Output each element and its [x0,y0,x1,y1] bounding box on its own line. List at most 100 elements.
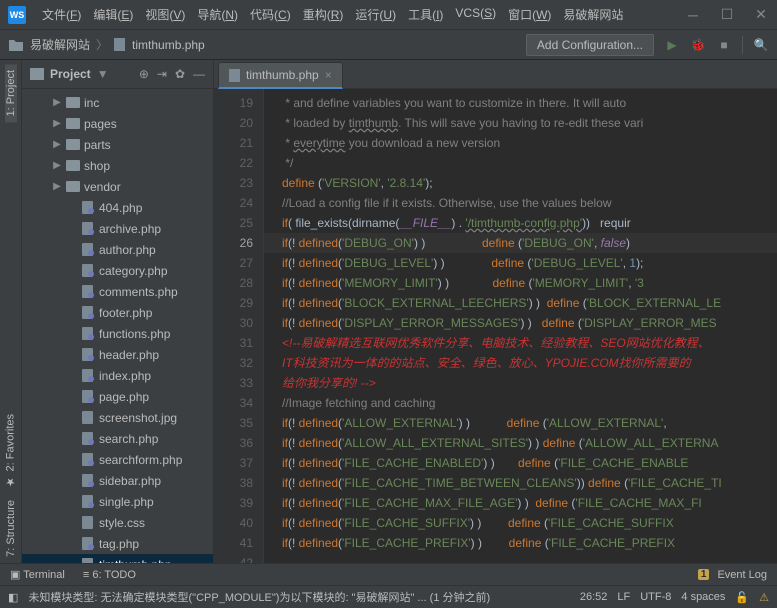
file-icon [229,69,240,82]
file-icon [82,474,93,487]
menu-视图(V)[interactable]: 视图(V) [139,6,191,23]
breadcrumb[interactable]: 易破解网站 〉 timthumb.php [30,36,205,53]
file-icon [82,516,93,529]
folder-icon [30,68,44,80]
hide-icon[interactable]: — [193,67,205,81]
folder-icon [66,118,80,129]
tree-item-tag.php[interactable]: tag.php [22,533,213,554]
project-tree[interactable]: ▶inc▶pages▶parts▶shop▶vendor404.phparchi… [22,89,213,563]
file-icon [82,222,93,235]
cursor-position[interactable]: 26:52 [580,591,608,603]
collapse-icon[interactable]: ⇥ [157,67,167,81]
tree-item-inc[interactable]: ▶inc [22,92,213,113]
menu-导航(N)[interactable]: 导航(N) [191,6,244,23]
file-icon [82,558,93,563]
file-icon [82,243,93,256]
terminal-button[interactable]: ▣ Terminal [10,568,65,581]
line-separator[interactable]: LF [617,591,630,603]
status-bar: ◧ 未知模块类型: 无法确定模块类型("CPP_MODULE")为以下模块的: … [0,585,777,608]
tree-item-index.php[interactable]: index.php [22,365,213,386]
tree-item-category.php[interactable]: category.php [22,260,213,281]
menu-VCS(S)[interactable]: VCS(S) [449,6,502,23]
line-gutter[interactable]: 1920212223242526272829303132333435363738… [214,89,264,563]
tree-item-vendor[interactable]: ▶vendor [22,176,213,197]
menu-窗口(W)[interactable]: 窗口(W) [502,6,557,23]
debug-icon[interactable]: 🐞 [690,37,706,53]
folder-icon [66,160,80,171]
file-icon [82,432,93,445]
indent-setting[interactable]: 4 spaces [681,591,725,603]
file-encoding[interactable]: UTF-8 [640,591,671,603]
menu-工具(I)[interactable]: 工具(I) [402,6,449,23]
event-log-button[interactable]: Event Log [717,569,767,581]
breadcrumb-file[interactable]: timthumb.php [132,38,205,52]
minimize-icon[interactable]: ─ [685,7,701,23]
todo-button[interactable]: ≡ 6: TODO [83,569,136,581]
status-icon[interactable]: ◧ [8,591,18,604]
tree-item-parts[interactable]: ▶parts [22,134,213,155]
tree-item-author.php[interactable]: author.php [22,239,213,260]
file-icon [82,369,93,382]
tree-item-search.php[interactable]: search.php [22,428,213,449]
folder-icon [66,139,80,150]
stop-icon[interactable]: ■ [716,37,732,53]
file-icon [82,285,93,298]
menu-代码(C)[interactable]: 代码(C) [244,6,297,23]
menu-易破解网站[interactable]: 易破解网站 [557,6,629,23]
tool-window-structure[interactable]: 7: Structure [5,494,17,563]
breadcrumb-root[interactable]: 易破解网站 [30,36,90,53]
tree-item-comments.php[interactable]: comments.php [22,281,213,302]
inspector-icon[interactable]: ⚠ [759,591,769,604]
file-icon [82,411,93,424]
code-content[interactable]: * and define variables you want to custo… [264,89,777,563]
file-icon [82,453,93,466]
tree-item-404.php[interactable]: 404.php [22,197,213,218]
menu-文件(F)[interactable]: 文件(F) [36,6,87,23]
tree-item-screenshot.jpg[interactable]: screenshot.jpg [22,407,213,428]
file-icon [82,327,93,340]
file-icon [82,390,93,403]
menu-bar: WS 文件(F)编辑(E)视图(V)导航(N)代码(C)重构(R)运行(U)工具… [0,0,777,30]
tree-item-timthumb.php[interactable]: timthumb.php [22,554,213,563]
lock-icon[interactable]: 🔓 [735,591,749,604]
app-logo: WS [8,6,26,24]
tree-item-sidebar.php[interactable]: sidebar.php [22,470,213,491]
menu-重构(R)[interactable]: 重构(R) [297,6,350,23]
tree-item-functions.php[interactable]: functions.php [22,323,213,344]
tree-item-single.php[interactable]: single.php [22,491,213,512]
left-tool-strip: 1: Project ★2: Favorites 7: Structure [0,60,22,563]
gear-icon[interactable]: ✿ [175,67,185,81]
file-icon [114,38,126,51]
tree-item-pages[interactable]: ▶pages [22,113,213,134]
tab-label: timthumb.php [246,68,319,82]
tree-item-header.php[interactable]: header.php [22,344,213,365]
file-icon [82,537,93,550]
folder-icon [66,181,80,192]
run-icon[interactable]: ▶ [664,37,680,53]
tree-item-searchform.php[interactable]: searchform.php [22,449,213,470]
project-sidebar: Project ▼ ⊕ ⇥ ✿ — ▶inc▶pages▶parts▶shop▶… [22,60,214,563]
editor: timthumb.php × 1920212223242526272829303… [214,60,777,563]
tree-item-style.css[interactable]: style.css [22,512,213,533]
warning-badge: 1 [698,569,710,580]
bottom-tool-strip: ▣ Terminal ≡ 6: TODO 1 Event Log [0,563,777,585]
search-icon[interactable]: 🔍 [753,37,769,53]
close-icon[interactable]: ✕ [753,7,769,23]
menu-运行(U)[interactable]: 运行(U) [349,6,402,23]
folder-icon [66,97,80,108]
tree-item-shop[interactable]: ▶shop [22,155,213,176]
add-configuration-button[interactable]: Add Configuration... [526,34,654,56]
menu-编辑(E)[interactable]: 编辑(E) [87,6,139,23]
tree-item-page.php[interactable]: page.php [22,386,213,407]
tool-window-project[interactable]: 1: Project [5,64,17,122]
file-icon [82,495,93,508]
tab-timthumb[interactable]: timthumb.php × [218,62,343,89]
tree-item-footer.php[interactable]: footer.php [22,302,213,323]
maximize-icon[interactable]: ☐ [719,7,735,23]
tool-window-favorites[interactable]: ★2: Favorites [4,408,17,494]
target-icon[interactable]: ⊕ [139,67,149,81]
file-icon [82,348,93,361]
close-tab-icon[interactable]: × [325,68,332,82]
file-icon [82,306,93,319]
tree-item-archive.php[interactable]: archive.php [22,218,213,239]
